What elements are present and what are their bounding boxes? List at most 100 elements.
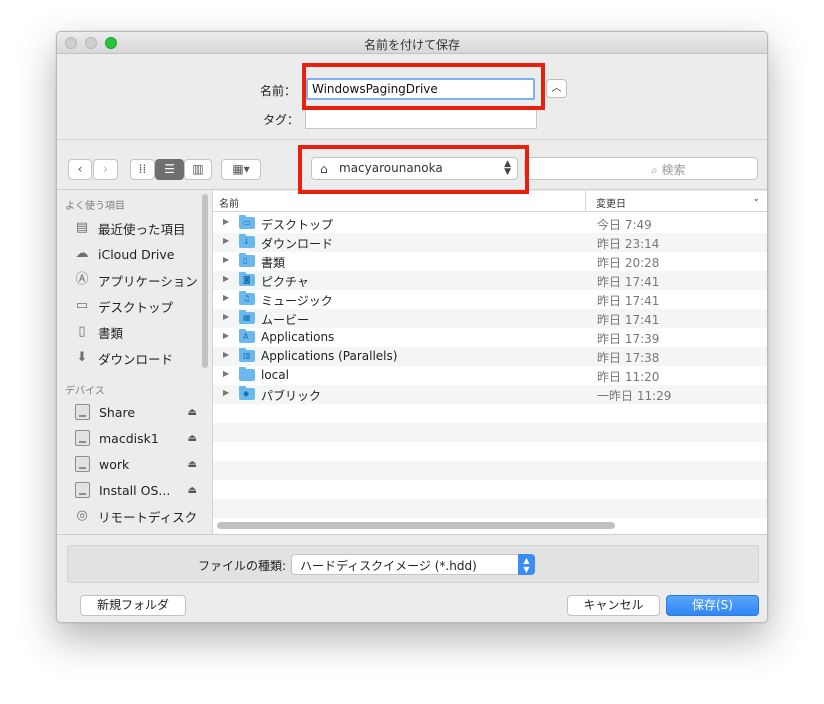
column-date-header[interactable]: 変更日 ⌄ [585, 191, 767, 212]
new-folder-button[interactable]: 新規フォルダ [80, 595, 186, 616]
file-date: 昨日 17:38 [597, 351, 660, 365]
table-row[interactable]: ▶ ▦ ムービー 昨日 17:41 [213, 309, 767, 328]
file-name: local [261, 368, 289, 382]
sidebar-item-label: デスクトップ [98, 299, 174, 315]
disclosure-triangle-icon[interactable]: ▶ [223, 369, 229, 378]
sidebar-item-label: iCloud Drive [98, 246, 175, 262]
eject-icon[interactable]: ⏏ [188, 485, 197, 496]
sidebar-scrollbar[interactable] [202, 194, 208, 368]
sidebar-item-label: Share [99, 404, 136, 420]
forward-button[interactable]: › [93, 159, 118, 180]
arrange-button[interactable]: ▦▾ [221, 159, 261, 180]
file-date: 一昨日 11:29 [597, 389, 672, 403]
download-icon: ⬇ [76, 350, 88, 365]
expand-button[interactable]: ︿ [546, 79, 567, 98]
format-value: ハードディスクイメージ (*.hdd) [300, 559, 477, 573]
disclosure-triangle-icon[interactable]: ▶ [223, 388, 229, 397]
folder-icon: ↓ [239, 234, 255, 248]
folder-icon: ▯ [239, 253, 255, 267]
file-name: パブリック [261, 389, 322, 403]
updown-arrows-icon: ▲ ▼ [518, 554, 535, 575]
save-dialog: 名前を付けて保存 名前： ︿ タグ： ‹ › ⁞⁞ ☰ ▥ ▦▾ ⌂ macy [56, 31, 768, 623]
folder-icon: A [239, 329, 255, 343]
save-button[interactable]: 保存(S) [666, 595, 759, 616]
table-row[interactable]: ▶ ▯ 書類 昨日 20:28 [213, 252, 767, 271]
tag-input[interactable] [305, 108, 537, 129]
bottom-bar: ファイルの種類: ハードディスクイメージ (*.hdd) ▲ ▼ 新規フォルダ キ… [57, 534, 767, 622]
file-name: 書類 [261, 256, 286, 270]
table-row[interactable]: ▶ ◆ パブリック 一昨日 11:29 [213, 385, 767, 404]
disclosure-triangle-icon[interactable]: ▶ [223, 350, 229, 359]
format-label: ファイルの種類: [198, 559, 287, 573]
folder-icon [239, 367, 255, 381]
empty-row [213, 499, 767, 518]
icon-view-button[interactable]: ⁞⁞ [130, 159, 155, 180]
sidebar-item-macdisk1[interactable]: macdisk1 ⏏ [73, 427, 207, 449]
table-row[interactable]: ▶ local 昨日 11:20 [213, 366, 767, 385]
sidebar-item-icloud[interactable]: ☁ iCloud Drive [73, 243, 207, 265]
remote-disc-icon: ◎ [76, 508, 88, 523]
format-select[interactable]: ハードディスクイメージ (*.hdd) ▲ ▼ [291, 554, 535, 575]
disclosure-triangle-icon[interactable]: ▶ [223, 255, 229, 264]
table-row[interactable]: ▶ ▥ Applications (Parallels) 昨日 17:38 [213, 347, 767, 366]
eject-icon[interactable]: ⏏ [188, 407, 197, 418]
file-date: 昨日 23:14 [597, 237, 660, 251]
sidebar-item-label: ダウンロード [98, 351, 174, 367]
eject-icon[interactable]: ⏏ [188, 459, 197, 470]
disk-icon [75, 430, 90, 446]
table-row[interactable]: ▶ ♫ ミュージック 昨日 17:41 [213, 290, 767, 309]
column-view-button[interactable]: ▥ [184, 159, 212, 180]
disclosure-triangle-icon[interactable]: ▶ [223, 312, 229, 321]
sidebar: よく使う項目 ▤ 最近使った項目 ☁ iCloud Drive Ⓐ アプリケーシ… [57, 191, 212, 534]
table-row[interactable]: ▶ ◙ ピクチャ 昨日 17:41 [213, 271, 767, 290]
column-name-header[interactable]: 名前 [219, 195, 239, 210]
window-title: 名前を付けて保存 [363, 38, 460, 52]
chevron-right-icon: › [103, 162, 108, 176]
list-view-button[interactable]: ☰ [155, 159, 184, 180]
desktop-icon: ▭ [75, 298, 89, 313]
chevron-down-icon: ⌄ [752, 194, 760, 204]
column-header: 名前 変更日 ⌄ [213, 191, 767, 212]
sidebar-item-desktop[interactable]: ▭ デスクトップ [73, 295, 207, 317]
name-label: 名前： [260, 84, 297, 98]
folder-icon: ◆ [239, 386, 255, 400]
file-list: 名前 変更日 ⌄ ▶ ▭ デスクトップ 今日 7:49 ▶ ↓ ダウンロード 昨… [212, 191, 767, 534]
disclosure-triangle-icon[interactable]: ▶ [223, 293, 229, 302]
search-field[interactable]: ⌕ 検索 [524, 157, 758, 180]
disclosure-triangle-icon[interactable]: ▶ [223, 236, 229, 245]
highlight-box-location [298, 145, 529, 194]
sidebar-item-downloads[interactable]: ⬇ ダウンロード [73, 347, 207, 369]
sidebar-item-work[interactable]: work ⏏ [73, 453, 207, 475]
tag-label: タグ： [263, 113, 300, 127]
cancel-button[interactable]: キャンセル [567, 595, 660, 616]
sidebar-item-recents[interactable]: ▤ 最近使った項目 [73, 217, 207, 239]
file-date: 昨日 20:28 [597, 256, 660, 270]
folder-icon: ▥ [239, 348, 255, 362]
highlight-box-name [302, 63, 545, 110]
list-icon: ☰ [164, 162, 175, 176]
back-button[interactable]: ‹ [68, 159, 92, 180]
eject-icon[interactable]: ⏏ [188, 433, 197, 444]
table-row[interactable]: ▶ ↓ ダウンロード 昨日 23:14 [213, 233, 767, 252]
disclosure-triangle-icon[interactable]: ▶ [223, 331, 229, 340]
file-name: Applications (Parallels) [261, 349, 398, 363]
sidebar-item-applications[interactable]: Ⓐ アプリケーション [73, 269, 207, 291]
sidebar-item-label: work [99, 456, 130, 472]
file-date: 昨日 17:41 [597, 294, 660, 308]
table-row[interactable]: ▶ A Applications 昨日 17:39 [213, 328, 767, 347]
recent-icon: ▤ [75, 220, 89, 235]
search-icon: ⌕ [651, 163, 662, 177]
horizontal-scrollbar[interactable] [217, 522, 615, 529]
file-name: ダウンロード [261, 237, 334, 251]
search-placeholder: 検索 [661, 163, 686, 177]
folder-icon: ▦ [239, 310, 255, 324]
sidebar-item-documents[interactable]: ▯ 書類 [73, 321, 207, 343]
empty-row [213, 480, 767, 499]
table-row[interactable]: ▶ ▭ デスクトップ 今日 7:49 [213, 214, 767, 233]
sidebar-item-remote-disc[interactable]: ◎ リモートディスク [73, 505, 207, 527]
sidebar-item-label: アプリケーション [98, 273, 198, 289]
sidebar-item-share[interactable]: Share ⏏ [73, 401, 207, 423]
disclosure-triangle-icon[interactable]: ▶ [223, 217, 229, 226]
sidebar-item-install-os[interactable]: Install OS... ⏏ [73, 479, 207, 501]
disclosure-triangle-icon[interactable]: ▶ [223, 274, 229, 283]
